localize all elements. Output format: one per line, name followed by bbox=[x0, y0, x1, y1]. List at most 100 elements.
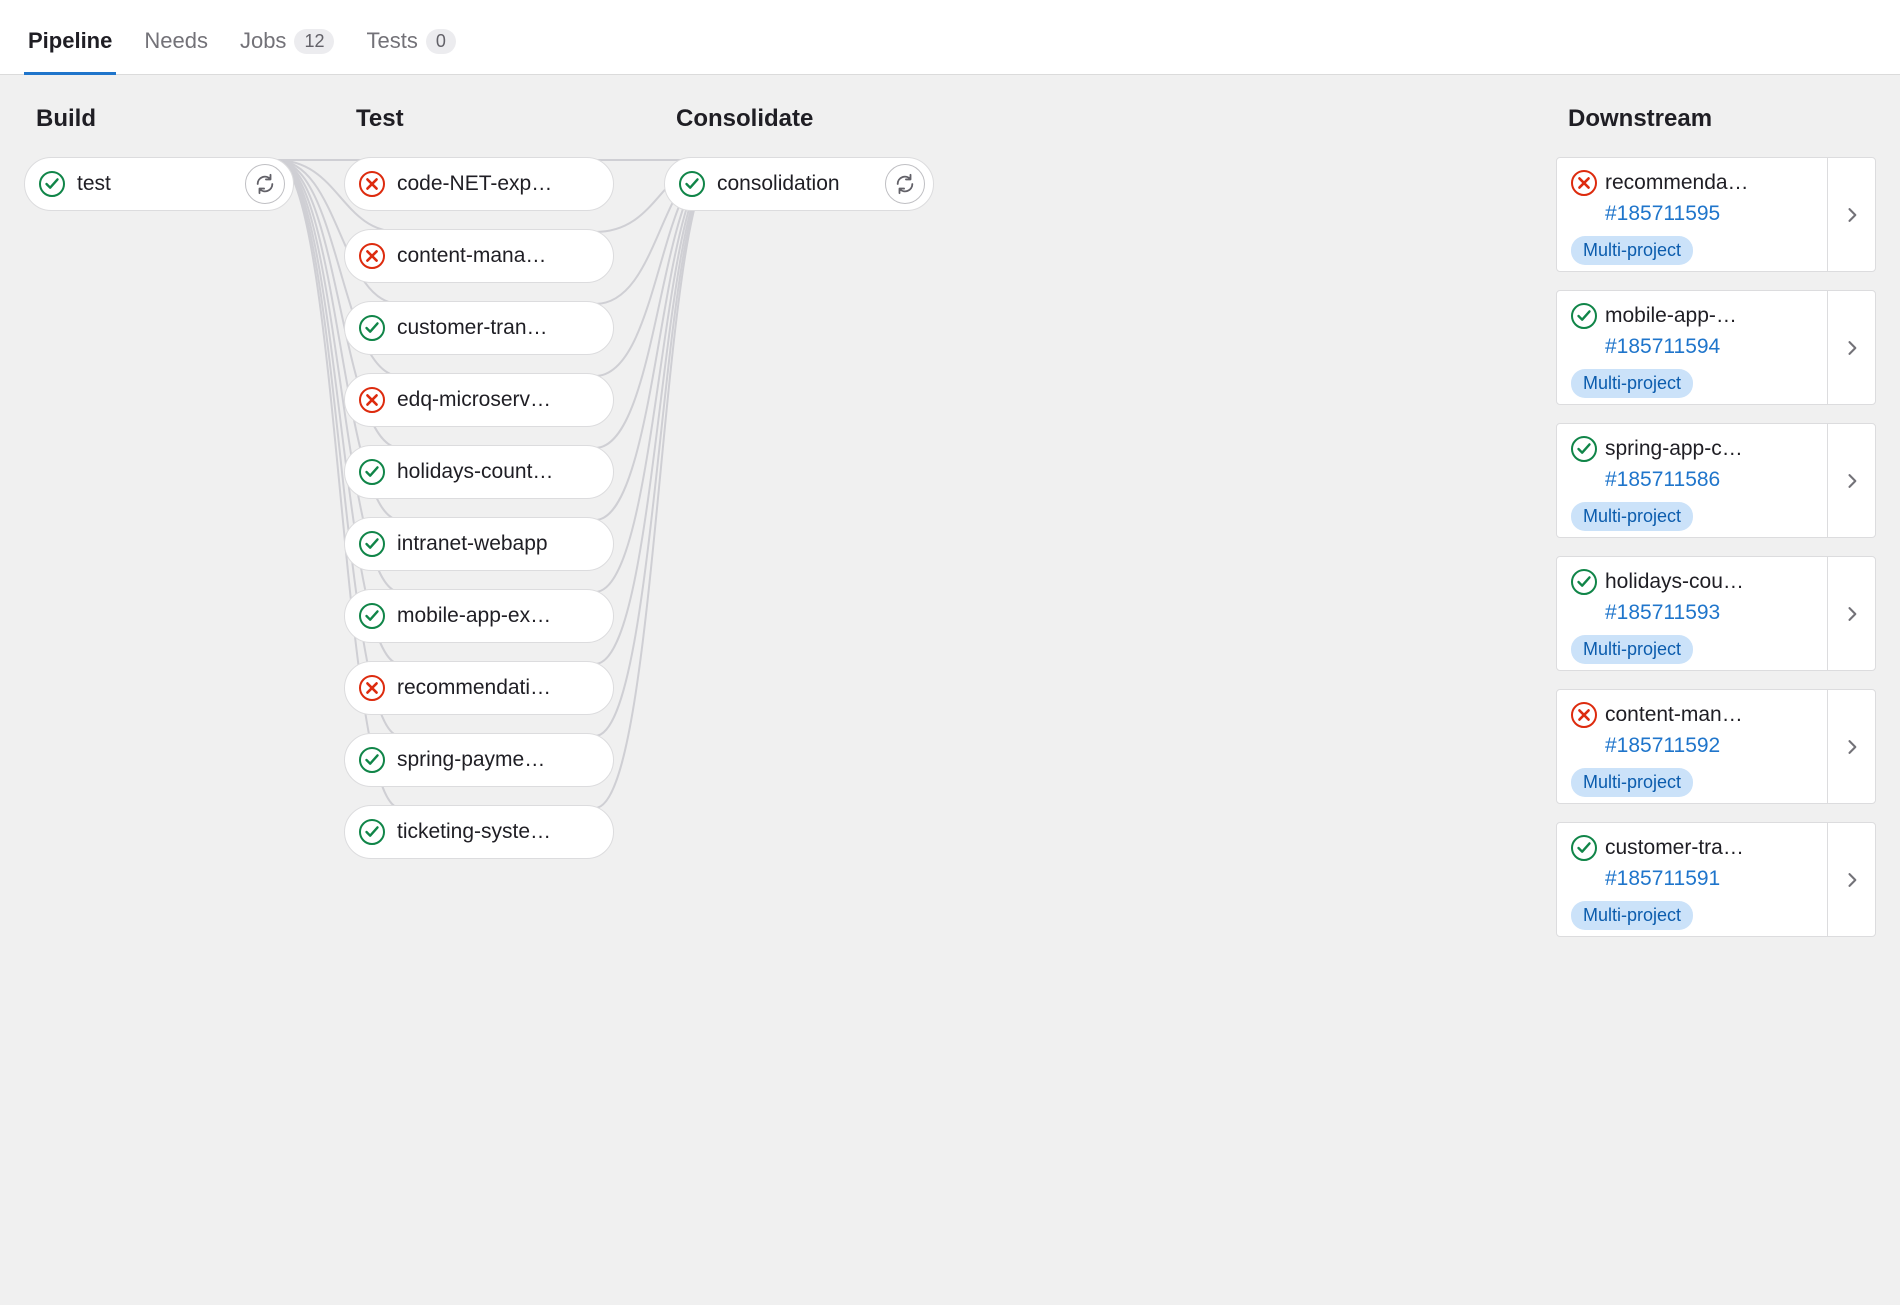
tab-label: Pipeline bbox=[28, 28, 112, 54]
job-label: recommendati… bbox=[397, 676, 601, 700]
expand-button[interactable] bbox=[1827, 291, 1875, 404]
job-pill[interactable]: customer-tran… bbox=[344, 301, 614, 355]
status-failed-icon bbox=[359, 675, 385, 701]
stage-test: Test code-NET-exp… content-mana… customer-… bbox=[344, 105, 664, 955]
job-pill[interactable]: code-NET-exp… bbox=[344, 157, 614, 211]
job-label: content-mana… bbox=[397, 244, 601, 268]
status-passed-icon bbox=[359, 603, 385, 629]
pipeline-link[interactable]: #185711594 bbox=[1605, 335, 1813, 359]
retry-button[interactable] bbox=[885, 164, 925, 204]
tab-label: Needs bbox=[144, 28, 208, 54]
tab-jobs[interactable]: Jobs 12 bbox=[236, 16, 339, 75]
tab-pipeline[interactable]: Pipeline bbox=[24, 16, 116, 75]
status-passed-icon bbox=[39, 171, 65, 197]
downstream-main[interactable]: spring-app-c… #185711586 Multi-project bbox=[1557, 424, 1827, 537]
job-pill[interactable]: holidays-count… bbox=[344, 445, 614, 499]
multi-project-badge: Multi-project bbox=[1571, 635, 1693, 664]
status-passed-icon bbox=[1571, 835, 1597, 861]
downstream-card: spring-app-c… #185711586 Multi-project bbox=[1556, 423, 1876, 538]
job-consolidation[interactable]: consolidation bbox=[664, 157, 934, 211]
expand-button[interactable] bbox=[1827, 158, 1875, 271]
pipeline-link[interactable]: #185711592 bbox=[1605, 734, 1813, 758]
stage-title: Build bbox=[24, 105, 294, 133]
downstream-name: recommenda… bbox=[1605, 171, 1813, 195]
multi-project-badge: Multi-project bbox=[1571, 369, 1693, 398]
expand-button[interactable] bbox=[1827, 557, 1875, 670]
multi-project-badge: Multi-project bbox=[1571, 768, 1693, 797]
job-label: code-NET-exp… bbox=[397, 172, 601, 196]
stage-title: Test bbox=[344, 105, 614, 133]
downstream-name: mobile-app-… bbox=[1605, 304, 1813, 328]
tests-count-badge: 0 bbox=[426, 29, 456, 54]
job-label: holidays-count… bbox=[397, 460, 601, 484]
status-passed-icon bbox=[359, 531, 385, 557]
tab-label: Tests bbox=[366, 28, 417, 54]
downstream-card: holidays-cou… #185711593 Multi-project bbox=[1556, 556, 1876, 671]
pipeline-link[interactable]: #185711591 bbox=[1605, 867, 1813, 891]
pipeline-graph: Build test Test code-NET-exp… content-man… bbox=[0, 75, 1900, 995]
status-passed-icon bbox=[359, 459, 385, 485]
retry-button[interactable] bbox=[245, 164, 285, 204]
downstream-name: holidays-cou… bbox=[1605, 570, 1813, 594]
tab-needs[interactable]: Needs bbox=[140, 16, 212, 75]
expand-button[interactable] bbox=[1827, 823, 1875, 936]
multi-project-badge: Multi-project bbox=[1571, 502, 1693, 531]
downstream-main[interactable]: recommenda… #185711595 Multi-project bbox=[1557, 158, 1827, 271]
downstream-main[interactable]: holidays-cou… #185711593 Multi-project bbox=[1557, 557, 1827, 670]
job-label: mobile-app-ex… bbox=[397, 604, 601, 628]
downstream-card: customer-tra… #185711591 Multi-project bbox=[1556, 822, 1876, 937]
job-label: consolidation bbox=[717, 172, 875, 196]
status-passed-icon bbox=[359, 315, 385, 341]
downstream-card: mobile-app-… #185711594 Multi-project bbox=[1556, 290, 1876, 405]
stage-downstream: Downstream recommenda… #185711595 Multi-pr… bbox=[1516, 105, 1876, 955]
status-passed-icon bbox=[1571, 569, 1597, 595]
downstream-card: recommenda… #185711595 Multi-project bbox=[1556, 157, 1876, 272]
expand-button[interactable] bbox=[1827, 424, 1875, 537]
pipeline-link[interactable]: #185711593 bbox=[1605, 601, 1813, 625]
status-failed-icon bbox=[359, 387, 385, 413]
downstream-main[interactable]: mobile-app-… #185711594 Multi-project bbox=[1557, 291, 1827, 404]
job-label: edq-microserv… bbox=[397, 388, 601, 412]
job-label: intranet-webapp bbox=[397, 532, 601, 556]
job-label: customer-tran… bbox=[397, 316, 601, 340]
status-passed-icon bbox=[1571, 436, 1597, 462]
downstream-card: content-man… #185711592 Multi-project bbox=[1556, 689, 1876, 804]
pipeline-link[interactable]: #185711586 bbox=[1605, 468, 1813, 492]
status-passed-icon bbox=[1571, 303, 1597, 329]
job-pill[interactable]: spring-payme… bbox=[344, 733, 614, 787]
job-pill[interactable]: recommendati… bbox=[344, 661, 614, 715]
downstream-main[interactable]: customer-tra… #185711591 Multi-project bbox=[1557, 823, 1827, 936]
multi-project-badge: Multi-project bbox=[1571, 236, 1693, 265]
status-failed-icon bbox=[359, 243, 385, 269]
downstream-name: spring-app-c… bbox=[1605, 437, 1813, 461]
job-label: spring-payme… bbox=[397, 748, 601, 772]
stage-build: Build test bbox=[24, 105, 344, 955]
downstream-main[interactable]: content-man… #185711592 Multi-project bbox=[1557, 690, 1827, 803]
stage-title: Downstream bbox=[1556, 105, 1876, 133]
job-pill[interactable]: content-mana… bbox=[344, 229, 614, 283]
downstream-name: customer-tra… bbox=[1605, 836, 1813, 860]
downstream-name: content-man… bbox=[1605, 703, 1813, 727]
status-passed-icon bbox=[359, 819, 385, 845]
job-label: test bbox=[77, 172, 235, 196]
job-pill[interactable]: edq-microserv… bbox=[344, 373, 614, 427]
stage-consolidate: Consolidate consolidation bbox=[664, 105, 984, 955]
tab-tests[interactable]: Tests 0 bbox=[362, 16, 459, 75]
job-pill[interactable]: mobile-app-ex… bbox=[344, 589, 614, 643]
multi-project-badge: Multi-project bbox=[1571, 901, 1693, 930]
status-passed-icon bbox=[679, 171, 705, 197]
pipeline-link[interactable]: #185711595 bbox=[1605, 202, 1813, 226]
job-label: ticketing-syste… bbox=[397, 820, 601, 844]
status-failed-icon bbox=[1571, 170, 1597, 196]
job-pill[interactable]: ticketing-syste… bbox=[344, 805, 614, 859]
tabs-bar: Pipeline Needs Jobs 12 Tests 0 bbox=[0, 0, 1900, 75]
job-pill[interactable]: intranet-webapp bbox=[344, 517, 614, 571]
expand-button[interactable] bbox=[1827, 690, 1875, 803]
status-passed-icon bbox=[359, 747, 385, 773]
jobs-count-badge: 12 bbox=[294, 29, 334, 54]
stage-title: Consolidate bbox=[664, 105, 934, 133]
tab-label: Jobs bbox=[240, 28, 286, 54]
status-failed-icon bbox=[359, 171, 385, 197]
job-test[interactable]: test bbox=[24, 157, 294, 211]
status-failed-icon bbox=[1571, 702, 1597, 728]
